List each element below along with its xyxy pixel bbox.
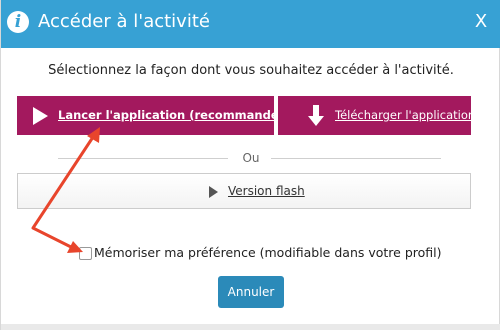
flash-version-button[interactable]: Version flash [17, 173, 471, 209]
remember-preference-label: Mémoriser ma préférence (modifiable dans… [94, 245, 442, 260]
download-arrow-icon [308, 105, 324, 126]
bottom-strip [1, 324, 500, 330]
title-bar: i Accéder à l'activité X [1, 0, 500, 48]
download-app-button[interactable]: Télécharger l'application [278, 96, 475, 135]
download-app-label: Télécharger l'application [335, 108, 476, 122]
instruction-text: Sélectionnez la façon dont vous souhaite… [48, 63, 454, 78]
dialog-title: Accéder à l'activité [38, 11, 210, 32]
launch-app-button[interactable]: Lancer l'application (recommandé) [17, 96, 284, 135]
play-icon [209, 186, 218, 198]
launch-app-label: Lancer l'application (recommandé) [58, 108, 284, 122]
flash-version-label: Version flash [228, 184, 305, 198]
play-icon [33, 107, 48, 125]
info-icon: i [7, 11, 29, 33]
access-activity-dialog: i Accéder à l'activité X Sélectionnez la… [0, 0, 500, 330]
remember-preference-checkbox[interactable] [79, 247, 92, 260]
separator-text: Ou [242, 151, 260, 165]
close-button[interactable]: X [471, 10, 491, 34]
or-separator: Ou [1, 150, 500, 166]
cancel-button[interactable]: Annuler [218, 276, 284, 308]
